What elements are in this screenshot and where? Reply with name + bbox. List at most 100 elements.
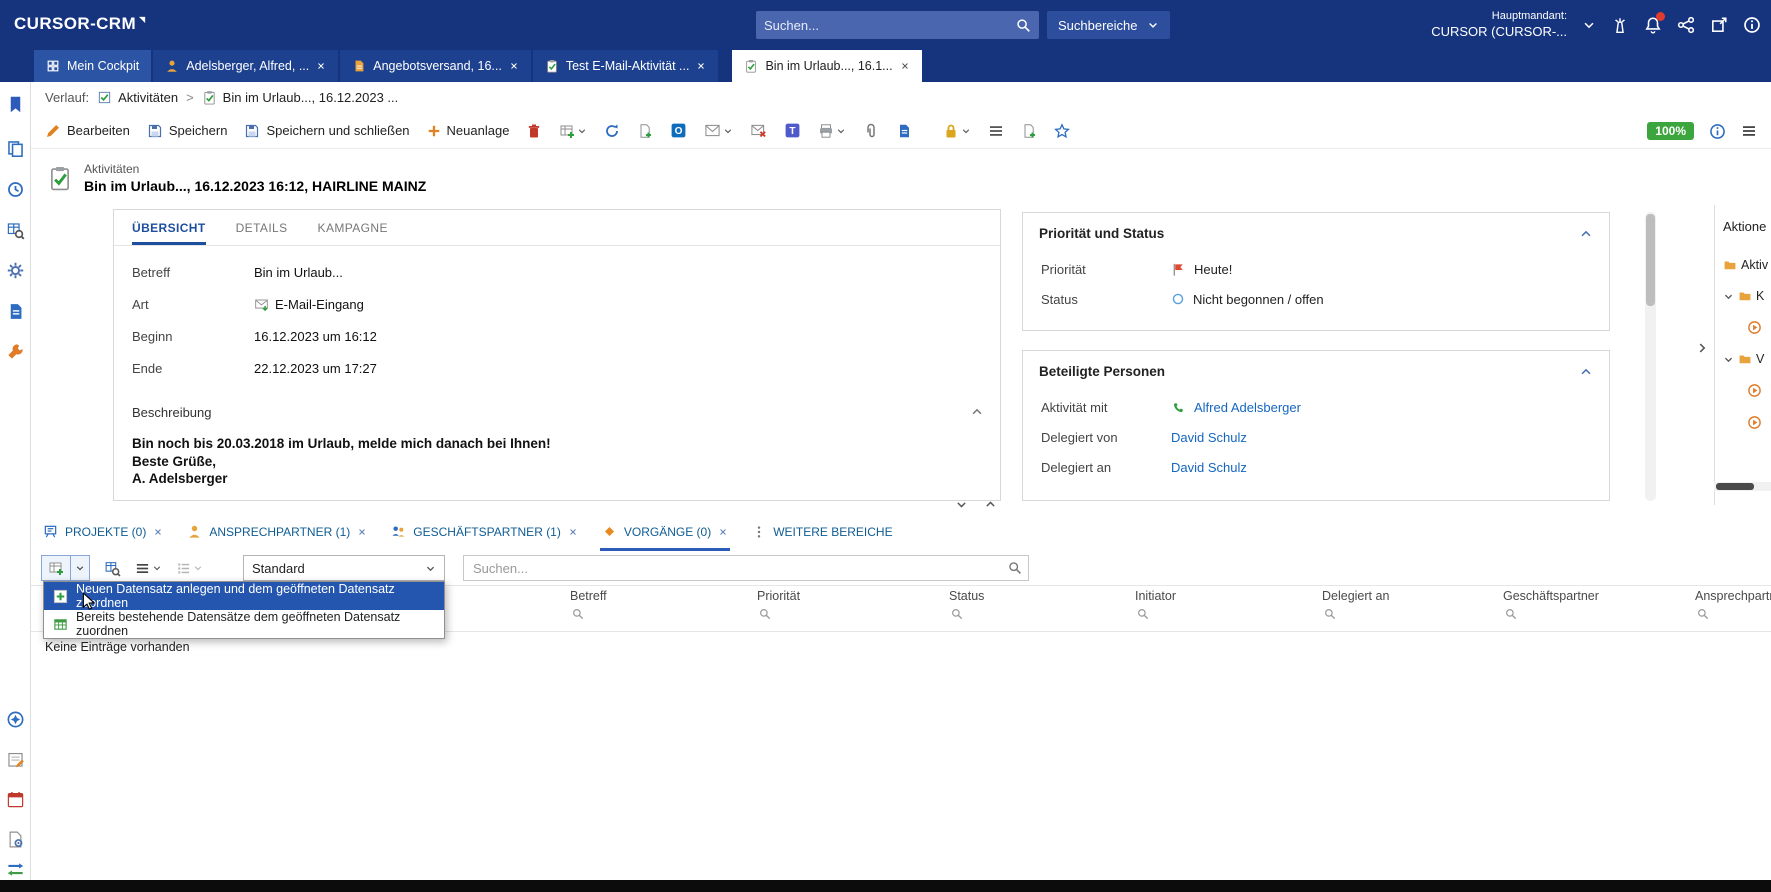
open-external-icon[interactable] — [1710, 16, 1728, 34]
add-record-dropdown-caret[interactable] — [70, 556, 89, 580]
actions-tree-node[interactable]: K — [1723, 289, 1771, 303]
breadcrumb-item-aktivitaeten[interactable]: Aktivitäten — [97, 90, 178, 105]
chevron-down-icon[interactable] — [152, 563, 162, 573]
column-header-status[interactable]: Status — [949, 589, 984, 603]
compass-icon[interactable] — [6, 710, 25, 729]
teams-icon[interactable] — [784, 122, 801, 139]
share-icon[interactable] — [1677, 16, 1695, 34]
collapse-chevron-up-icon[interactable] — [970, 405, 984, 419]
menu-icon[interactable] — [135, 561, 162, 576]
favorite-star-icon[interactable] — [1054, 123, 1070, 139]
column-header-ansprechpartner[interactable]: Ansprechpartner — [1695, 589, 1771, 603]
actions-horizontal-scrollbar[interactable] — [1714, 482, 1771, 491]
menu-item-new-record[interactable]: Neuen Datensatz anlegen und dem geöffnet… — [44, 582, 444, 610]
tab-kampagne[interactable]: KAMPAGNE — [318, 210, 388, 245]
tab-uebersicht[interactable]: ÜBERSICHT — [132, 210, 206, 245]
close-icon[interactable] — [509, 61, 519, 71]
collapse-chevron-up-icon[interactable] — [1579, 227, 1593, 241]
print-icon[interactable] — [818, 123, 846, 139]
breadcrumb-item-record[interactable]: Bin im Urlaub..., 16.12.2023 ... — [202, 90, 399, 105]
column-filter-icon[interactable] — [1505, 608, 1517, 620]
action-item[interactable] — [1747, 383, 1771, 398]
person-link[interactable]: David Schulz — [1171, 460, 1247, 475]
swap-arrows-icon[interactable] — [6, 860, 25, 879]
grid-search-input[interactable] — [463, 555, 1029, 581]
scrollbar-thumb[interactable] — [1646, 214, 1655, 306]
person-link[interactable]: David Schulz — [1171, 430, 1247, 445]
chevron-down-icon[interactable] — [961, 126, 971, 136]
tab-angebotsversand[interactable]: Angebotsversand, 16... — [340, 50, 531, 82]
calendar-icon[interactable] — [6, 790, 25, 809]
numbered-list-icon[interactable] — [176, 561, 203, 576]
refresh-icon[interactable] — [604, 123, 620, 139]
attachment-icon[interactable] — [863, 123, 879, 139]
edit-button[interactable]: Bearbeiten — [45, 123, 130, 139]
close-icon[interactable] — [718, 527, 728, 537]
column-header-geschaeftspartner[interactable]: Geschäftspartner — [1503, 589, 1599, 603]
close-icon[interactable] — [900, 61, 910, 71]
copy-pages-icon[interactable] — [6, 139, 25, 158]
chevron-down-icon[interactable] — [723, 126, 733, 136]
zoom-level-badge[interactable]: 100% — [1647, 122, 1694, 140]
lock-icon[interactable] — [943, 123, 971, 139]
send-mail-icon[interactable] — [704, 122, 733, 139]
close-icon[interactable] — [153, 527, 163, 537]
save-close-button[interactable]: Speichern und schließen — [244, 123, 409, 139]
beacon-icon[interactable] — [1611, 16, 1629, 34]
main-vertical-scrollbar[interactable] — [1645, 212, 1656, 501]
collapse-down-icon[interactable] — [955, 498, 968, 511]
mail-remove-icon[interactable] — [750, 122, 767, 139]
tab-test-email-aktivitaet[interactable]: Test E-Mail-Aktivität ... — [533, 50, 719, 82]
panel-expander-chevron-right-icon[interactable] — [1694, 336, 1710, 360]
actions-tree-root[interactable]: Aktiv — [1723, 258, 1771, 272]
close-icon[interactable] — [316, 61, 326, 71]
tab-bin-im-urlaub[interactable]: Bin im Urlaub..., 16.1... — [732, 50, 921, 82]
table-search-icon[interactable] — [104, 560, 121, 577]
notifications-bell-icon[interactable] — [1644, 16, 1662, 34]
column-filter-icon[interactable] — [1697, 608, 1709, 620]
document-gear-icon[interactable] — [6, 830, 25, 849]
collapse-chevron-up-icon[interactable] — [1579, 365, 1593, 379]
chevron-down-icon[interactable] — [1723, 354, 1734, 365]
chevron-down-icon[interactable] — [836, 126, 846, 136]
add-record-button[interactable] — [42, 556, 70, 580]
gear-icon[interactable] — [6, 261, 25, 280]
subtab-projekte[interactable]: PROJEKTE (0) — [41, 515, 165, 551]
list-icon[interactable] — [988, 123, 1004, 139]
chevron-down-icon[interactable] — [1723, 291, 1734, 302]
subtab-vorgaenge[interactable]: VORGÄNGE (0) — [600, 515, 730, 551]
note-icon[interactable] — [6, 750, 25, 769]
bookmark-icon[interactable] — [6, 95, 25, 114]
column-header-delegiert-an[interactable]: Delegiert an — [1322, 589, 1389, 603]
column-header-betreff[interactable]: Betreff — [570, 589, 607, 603]
outlook-icon[interactable] — [670, 122, 687, 139]
global-search-input[interactable] — [764, 18, 1016, 33]
subtab-weitere-bereiche[interactable]: WEITERE BEREICHE — [750, 515, 894, 551]
column-filter-icon[interactable] — [951, 608, 963, 620]
view-select[interactable]: Standard — [243, 555, 445, 581]
table-search-icon[interactable] — [6, 221, 25, 240]
scrollbar-thumb[interactable] — [1716, 483, 1754, 490]
search-icon[interactable] — [1008, 561, 1022, 575]
search-scope-button[interactable]: Suchbereiche — [1047, 11, 1170, 39]
info-icon[interactable] — [1709, 123, 1726, 140]
delete-icon[interactable] — [526, 123, 542, 139]
tab-adelsberger[interactable]: Adelsberger, Alfred, ... — [153, 50, 338, 82]
column-filter-icon[interactable] — [759, 608, 771, 620]
column-header-prioritaet[interactable]: Priorität — [757, 589, 800, 603]
close-icon[interactable] — [357, 527, 367, 537]
search-icon[interactable] — [1016, 18, 1031, 33]
subtab-ansprechpartner[interactable]: ANSPRECHPARTNER (1) — [185, 515, 369, 551]
column-filter-icon[interactable] — [572, 608, 584, 620]
column-filter-icon[interactable] — [1324, 608, 1336, 620]
column-filter-icon[interactable] — [1137, 608, 1149, 620]
action-item[interactable] — [1747, 415, 1771, 430]
close-icon[interactable] — [568, 527, 578, 537]
table-add-icon[interactable] — [559, 123, 587, 139]
subtab-geschaeftspartner[interactable]: GESCHÄFTSPARTNER (1) — [389, 515, 580, 551]
person-link[interactable]: Alfred Adelsberger — [1194, 400, 1301, 415]
wrench-icon[interactable] — [6, 342, 25, 361]
export-document-icon[interactable] — [896, 123, 912, 139]
close-icon[interactable] — [696, 61, 706, 71]
save-button[interactable]: Speichern — [147, 123, 228, 139]
